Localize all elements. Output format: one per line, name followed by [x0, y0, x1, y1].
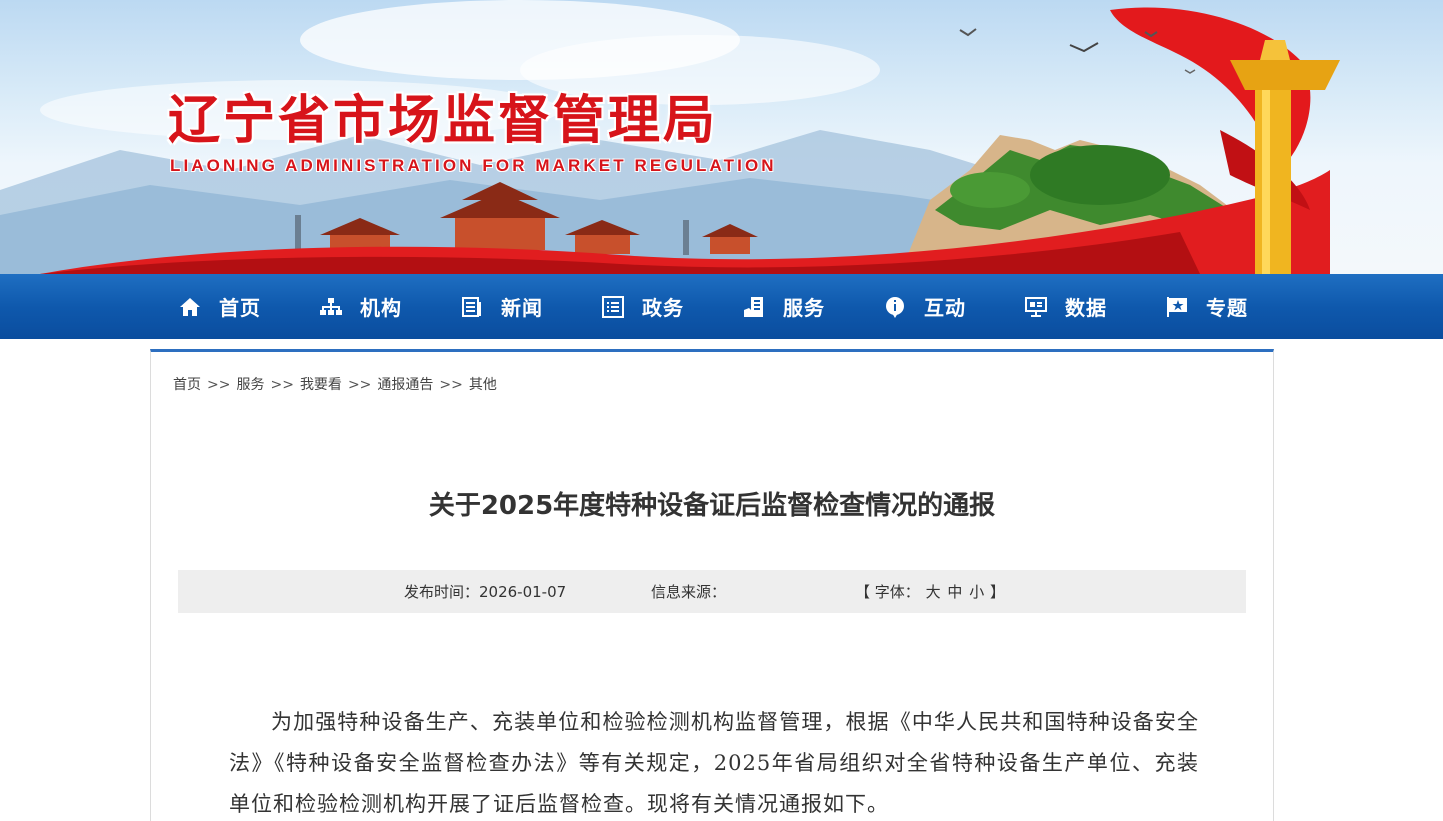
- article-meta-bar: 发布时间：2026-01-07 信息来源： 【 字体： 大 中 小 】: [178, 570, 1246, 613]
- nav-item-government[interactable]: 政务: [593, 274, 734, 339]
- font-size-bracket-close: 】: [989, 583, 1005, 601]
- nav-item-org[interactable]: 机构: [311, 274, 452, 339]
- font-size-large-button[interactable]: 大: [926, 583, 941, 601]
- info-icon: [883, 295, 907, 319]
- breadcrumb-service[interactable]: 服务: [236, 377, 264, 393]
- article-body-paragraph: 为加强特种设备生产、充装单位和检验检测机构监督管理，根据《中华人民共和国特种设备…: [229, 710, 1199, 816]
- star-flag-icon: [1165, 295, 1189, 319]
- breadcrumb-separator: >>: [207, 377, 231, 393]
- breadcrumb-notices[interactable]: 通报通告: [377, 377, 433, 393]
- font-size-medium-button[interactable]: 中: [947, 583, 962, 601]
- nav-item-service[interactable]: 服务: [734, 274, 875, 339]
- breadcrumb-separator: >>: [270, 377, 294, 393]
- nav-label: 数据: [1065, 296, 1107, 320]
- breadcrumb-separator: >>: [439, 377, 463, 393]
- nav-label: 服务: [783, 296, 825, 320]
- nav-label: 首页: [219, 296, 261, 320]
- nav-item-home[interactable]: 首页: [170, 274, 311, 339]
- breadcrumb-home[interactable]: 首页: [173, 377, 201, 393]
- nav-label: 新闻: [501, 296, 543, 320]
- nav-label: 机构: [360, 296, 402, 320]
- nav-label: 互动: [924, 296, 966, 320]
- font-size-label: 字体：: [874, 583, 920, 601]
- nav-item-data[interactable]: 数据: [1016, 274, 1157, 339]
- article-title: 关于2025年度特种设备证后监督检查情况的通报: [428, 491, 996, 521]
- data-screen-icon: [1024, 295, 1048, 319]
- breadcrumb: 首页 >> 服务 >> 我要看 >> 通报通告 >> 其他: [173, 374, 497, 394]
- font-size-bracket-open: 【: [855, 583, 871, 601]
- org-chart-icon: [319, 295, 343, 319]
- content-panel: 首页 >> 服务 >> 我要看 >> 通报通告 >> 其他 关于2025年度特种设备证后监督检查…: [150, 349, 1274, 821]
- nav-item-news[interactable]: 新闻: [452, 274, 593, 339]
- site-title[interactable]: 辽宁省市场监督管理局: [168, 78, 718, 153]
- font-size-switcher: 【 字体： 大 中 小 】: [855, 581, 1005, 602]
- breadcrumb-separator: >>: [347, 377, 372, 393]
- main-nav: 首页 机构 新闻 政务 服务 互动 数据 专题: [0, 274, 1443, 339]
- nav-item-topics[interactable]: 专题: [1157, 274, 1298, 339]
- info-source: 信息来源：: [651, 583, 727, 601]
- nav-label: 政务: [642, 296, 684, 320]
- breadcrumb-other[interactable]: 其他: [469, 377, 497, 393]
- nav-label: 专题: [1206, 296, 1248, 320]
- list-icon: [601, 295, 625, 319]
- site-subtitle: LIAONING ADMINISTRATION FOR MARKET REGUL…: [170, 156, 777, 175]
- home-icon: [178, 295, 202, 319]
- breadcrumb-want-to-see[interactable]: 我要看: [300, 377, 342, 393]
- publish-date: 发布时间：2026-01-07: [404, 583, 567, 601]
- service-icon: [742, 295, 766, 319]
- news-icon: [460, 295, 484, 319]
- nav-item-interact[interactable]: 互动: [875, 274, 1016, 339]
- site-banner: 辽宁省市场监督管理局 LIAONING ADMINISTRATION FOR M…: [0, 0, 1443, 274]
- font-size-small-button[interactable]: 小: [969, 583, 984, 601]
